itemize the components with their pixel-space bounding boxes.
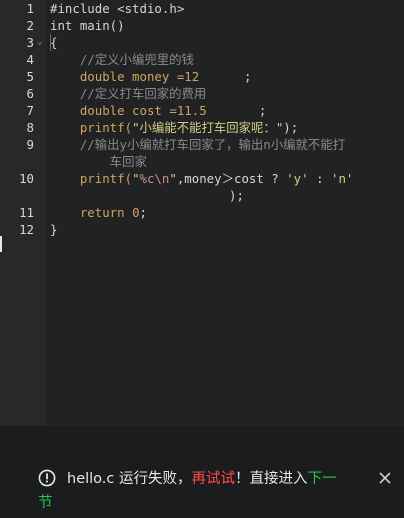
toast-message: hello.c 运行失败，再试试！直接进入下一 [67,468,336,490]
code-token: return [50,205,133,220]
code-text: printf("%c\n",money＞cost ? 'y' : 'n' [50,170,354,187]
code-token: %c\n [139,171,170,186]
close-icon[interactable] [377,470,393,486]
fold-toggle-icon[interactable]: ⌄ [37,34,42,51]
code-text: double cost =11.5 ; [50,102,267,119]
code-line[interactable]: 9 //输出y小编就打车回家了，输出n小编就不能打 [0,136,404,153]
code-text: return 0; [50,204,147,221]
run-failed-toast: hello.c 运行失败，再试试！直接进入下一 节 [0,426,404,518]
code-token: printf( [50,120,133,135]
code-token: ; [206,103,267,118]
code-line[interactable]: 5 double money =12 ; [0,68,404,85]
code-token: " [132,171,140,186]
line-number: 8 [26,120,34,135]
code-token: ,money＞cost ? [176,171,287,186]
toast-message-middle: ！直接进入 [234,471,308,487]
line-number: 12 [19,222,34,237]
code-line[interactable]: 8 printf("小编能不能打车回家呢："); [0,119,404,136]
code-token: 12 [184,69,200,84]
toast-message-continued: 节 [38,492,53,514]
code-text: int main() [50,17,125,34]
code-token: //定义小编兜里的钱 [50,52,194,67]
code-token: 车回家 [50,154,147,169]
line-number: 9 [26,137,34,152]
code-text: //定义打车回家的费用 [50,85,206,102]
next-section-link-part2[interactable]: 节 [38,495,53,511]
code-token: //输出y小编就打车回家了，输出n小编就不能打 [50,137,346,152]
code-token: ); [283,120,299,135]
line-number: 6 [26,86,34,101]
line-number: 11 [19,205,34,220]
code-line[interactable]: 车回家 [0,153,404,170]
code-token: double money = [50,69,185,84]
code-line[interactable]: 4 //定义小编兜里的钱 [0,51,404,68]
code-text: #include <stdio.h> [50,0,184,17]
code-token: ; [139,205,147,220]
alert-circle-icon [38,469,56,487]
code-token: } [50,222,58,237]
code-text: { [50,34,57,51]
code-token: { [50,35,58,50]
code-token: 0 [132,205,140,220]
code-text: //输出y小编就打车回家了，输出n小编就不能打 [50,136,345,153]
text-cursor [0,236,2,252]
code-text: } [50,221,57,238]
code-text: printf("小编能不能打车回家呢："); [50,119,298,136]
code-text: 车回家 [50,153,147,170]
brace-match-marker [50,34,51,51]
code-line[interactable]: 7 double cost =11.5 ; [0,102,404,119]
line-number: 3 [26,35,34,50]
line-number: 4 [26,52,34,67]
code-token: " [169,171,177,186]
code-line[interactable]: 3 ⌄ { [0,34,404,51]
toast-message-prefix: hello.c 运行失败， [67,471,192,487]
code-text: double money =12 ; [50,68,252,85]
next-section-link-part1[interactable]: 下一 [307,471,336,487]
code-line[interactable]: ); [0,187,404,204]
code-line[interactable]: 11 return 0; [0,204,404,221]
line-number: 10 [19,171,34,186]
code-line[interactable]: 2 int main() [0,17,404,34]
line-number: 5 [26,69,34,84]
line-number: 2 [26,18,34,33]
code-token: //定义打车回家的费用 [50,86,207,101]
code-token: 'y' [286,171,309,186]
code-token: : [308,171,331,186]
code-token: double cost = [50,103,177,118]
code-token: ); [50,188,244,203]
code-text: //定义小编兜里的钱 [50,51,194,68]
code-text: ); [50,187,244,204]
retry-link[interactable]: 再试试 [191,471,235,487]
code-line[interactable]: 6 //定义打车回家的费用 [0,85,404,102]
code-token: 'n' [331,171,354,186]
line-number: 7 [26,103,34,118]
code-line[interactable]: 12} [0,221,404,238]
code-token: printf( [50,171,133,186]
code-token: int main() [50,18,125,33]
code-token: ; [199,69,252,84]
code-editor[interactable]: 1 #include <stdio.h> 2 int main() 3 ⌄ {4 //定义小… [0,0,404,426]
code-token: #include <stdio.h> [50,1,185,16]
code-token: 11.5 [176,103,207,118]
line-number: 1 [26,1,34,16]
code-token: "小编能不能打车回家呢：" [132,120,284,135]
code-line[interactable]: 1 #include <stdio.h> [0,0,404,17]
code-line[interactable]: 10 printf("%c\n",money＞cost ? 'y' : 'n' [0,170,404,187]
